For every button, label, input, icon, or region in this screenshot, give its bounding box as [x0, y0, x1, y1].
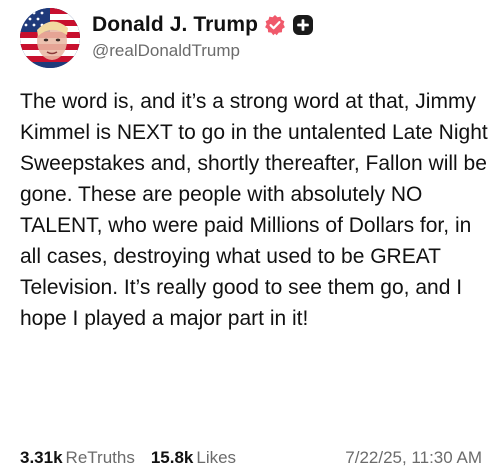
verified-badge-icon	[264, 14, 286, 36]
retruths-count: 3.31k	[20, 448, 63, 467]
retruths-label: ReTruths	[65, 448, 135, 467]
user-handle[interactable]: @realDonaldTrump	[92, 41, 240, 61]
name-row: Donald J. Trump	[92, 12, 314, 38]
avatar[interactable]	[20, 8, 80, 68]
plus-badge-icon	[292, 14, 314, 36]
likes-stat[interactable]: 15.8k Likes	[151, 448, 236, 468]
retruths-stat[interactable]: 3.31k ReTruths	[20, 448, 135, 468]
post-stats: 3.31k ReTruths 15.8k Likes 7/22/25, 11:30 …	[20, 446, 482, 470]
avatar-image	[20, 8, 80, 68]
likes-label: Likes	[196, 448, 237, 467]
post-timestamp[interactable]: 7/22/25, 11:30 AM	[345, 448, 482, 468]
post-text: The word is, and it’s a strong word at t…	[20, 90, 488, 330]
likes-count: 15.8k	[150, 448, 194, 467]
display-name[interactable]: Donald J. Trump	[92, 13, 258, 37]
truth-post: Donald J. Trump @realDonaldTrump The wor…	[0, 0, 500, 476]
